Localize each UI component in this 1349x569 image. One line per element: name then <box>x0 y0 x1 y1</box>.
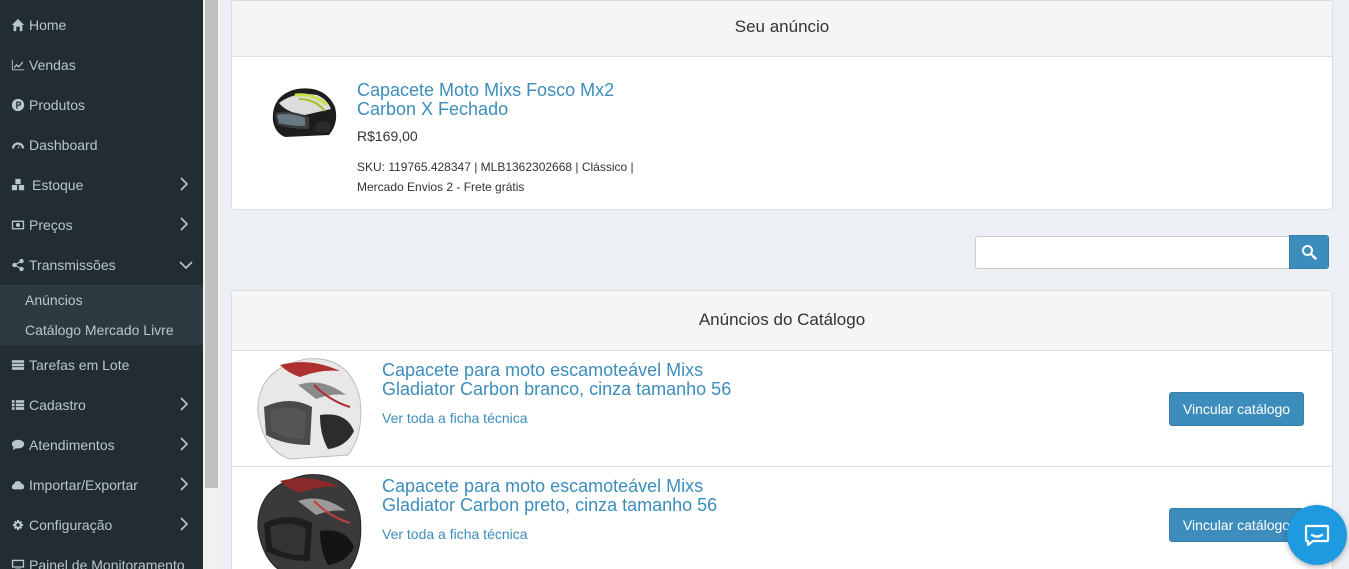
your-ad-price: R$169,00 <box>357 128 418 144</box>
sidebar: Home Vendas Produtos Dashboard Estoque P… <box>0 0 203 569</box>
link-catalog-button[interactable]: Vincular catálogo <box>1169 392 1304 426</box>
sidebar-item-label: Estoque <box>32 177 84 193</box>
catalog-heading: Anúncios do Catálogo <box>232 291 1332 351</box>
chevron-right-icon <box>177 437 191 451</box>
chevron-right-icon <box>177 397 191 411</box>
submenu-transmissoes: Anúncios Catálogo Mercado Livre <box>0 285 203 345</box>
search-icon <box>1301 244 1317 260</box>
chat-widget-button[interactable] <box>1287 505 1347 565</box>
home-icon <box>10 17 26 33</box>
sidebar-item-atendimentos[interactable]: Atendimentos <box>0 425 203 465</box>
share-icon <box>10 257 26 273</box>
chevron-down-icon <box>179 258 193 272</box>
comments-icon <box>10 437 26 453</box>
catalog-panel: Anúncios do Catálogo Capacete para moto … <box>231 290 1333 569</box>
your-ad-meta: SKU: 119765.428347 | MLB1362302668 | Clá… <box>357 157 634 197</box>
catalog-item-title-link[interactable]: Capacete para moto escamoteável Mixs Gla… <box>382 361 731 399</box>
sidebar-item-produtos[interactable]: Produtos <box>0 85 203 125</box>
money-icon <box>10 217 26 233</box>
chevron-right-icon <box>177 217 191 231</box>
sidebar-item-tarefas-em-lote[interactable]: Tarefas em Lote <box>0 345 203 385</box>
sidebar-item-estoque[interactable]: Estoque <box>0 165 203 205</box>
sidebar-item-home[interactable]: Home <box>0 5 203 45</box>
catalog-item-title-line: Gladiator Carbon preto, cinza tamanho 56 <box>382 495 718 515</box>
catalog-item-title-link[interactable]: Capacete para moto escamoteável Mixs Gla… <box>382 477 717 515</box>
sidebar-scrollbar-thumb[interactable] <box>205 0 218 488</box>
sidebar-scrollbar[interactable] <box>203 0 220 569</box>
catalog-item-datasheet-link[interactable]: Ver toda a ficha técnica <box>382 526 528 542</box>
sidebar-item-cadastro[interactable]: Cadastro <box>0 385 203 425</box>
catalog-item-image[interactable] <box>250 355 365 463</box>
chevron-right-icon <box>177 517 191 531</box>
sidebar-item-label: Dashboard <box>29 137 98 153</box>
your-ad-product-image[interactable] <box>265 83 340 141</box>
sidebar-item-label: Painel de Monitoramento <box>29 557 185 569</box>
sidebar-item-label: Cadastro <box>29 397 86 413</box>
sidebar-item-label: Produtos <box>29 97 86 113</box>
chevron-right-icon <box>177 477 191 491</box>
catalog-item: Capacete para moto escamoteável Mixs Gla… <box>232 351 1332 467</box>
sidebar-item-dashboard[interactable]: Dashboard <box>0 125 203 165</box>
sidebar-item-label: Configuração <box>29 517 113 533</box>
sidebar-item-transmissoes[interactable]: Transmissões <box>0 245 203 285</box>
your-ad-meta-line: Mercado Envios 2 - Frete grátis <box>357 180 525 194</box>
catalog-item-title-line: Capacete para moto escamoteável Mixs <box>382 360 704 380</box>
chat-icon <box>1304 524 1330 546</box>
sidebar-item-label: Preços <box>29 217 73 233</box>
sidebar-item-label: Tarefas em Lote <box>29 357 130 373</box>
sidebar-item-painel-de-monitoramento[interactable]: Painel de Monitoramento <box>0 545 203 569</box>
your-ad-title-link[interactable]: Capacete Moto Mixs Fosco Mx2 Carbon X Fe… <box>357 81 614 119</box>
product-p-icon <box>10 97 26 113</box>
submenu-item-catalogo-mercado-livre[interactable]: Catálogo Mercado Livre <box>25 322 174 338</box>
chevron-right-icon <box>177 177 191 191</box>
link-catalog-button[interactable]: Vincular catálogo <box>1169 508 1304 542</box>
sidebar-item-label: Vendas <box>29 57 76 73</box>
sidebar-item-label: Home <box>29 17 67 33</box>
tasks-icon <box>10 357 26 373</box>
cubes-icon <box>10 177 26 193</box>
catalog-item: Capacete para moto escamoteável Mixs Gla… <box>232 467 1332 569</box>
sidebar-item-importar-exportar[interactable]: Importar/Exportar <box>0 465 203 505</box>
submenu-item-anuncios[interactable]: Anúncios <box>25 292 83 308</box>
cloud-icon <box>10 477 26 493</box>
your-ad-panel: Seu anúncio Capacete Moto Mixs Fosco Mx2… <box>231 0 1333 210</box>
search-button[interactable] <box>1289 235 1329 269</box>
list-icon <box>10 397 26 413</box>
your-ad-heading: Seu anúncio <box>232 1 1332 57</box>
your-ad-title-line: Capacete Moto Mixs Fosco Mx2 <box>357 80 615 100</box>
chart-line-icon <box>10 57 26 73</box>
catalog-item-datasheet-link[interactable]: Ver toda a ficha técnica <box>382 410 528 426</box>
search-input[interactable] <box>975 236 1290 269</box>
desktop-icon <box>10 557 26 569</box>
sidebar-item-vendas[interactable]: Vendas <box>0 45 203 85</box>
sidebar-item-label: Atendimentos <box>29 437 115 453</box>
sidebar-item-label: Importar/Exportar <box>29 477 138 493</box>
sidebar-item-label: Transmissões <box>29 257 116 273</box>
sidebar-item-precos[interactable]: Preços <box>0 205 203 245</box>
sidebar-item-configuracao[interactable]: Configuração <box>0 505 203 545</box>
catalog-item-image[interactable] <box>250 471 365 569</box>
dashboard-icon <box>10 137 26 153</box>
your-ad-meta-line: SKU: 119765.428347 | MLB1362302668 | Clá… <box>357 160 634 174</box>
catalog-item-title-line: Gladiator Carbon branco, cinza tamanho 5… <box>382 379 732 399</box>
your-ad-title-line: Carbon X Fechado <box>357 99 509 119</box>
catalog-item-title-line: Capacete para moto escamoteável Mixs <box>382 476 704 496</box>
gear-icon <box>10 517 26 533</box>
